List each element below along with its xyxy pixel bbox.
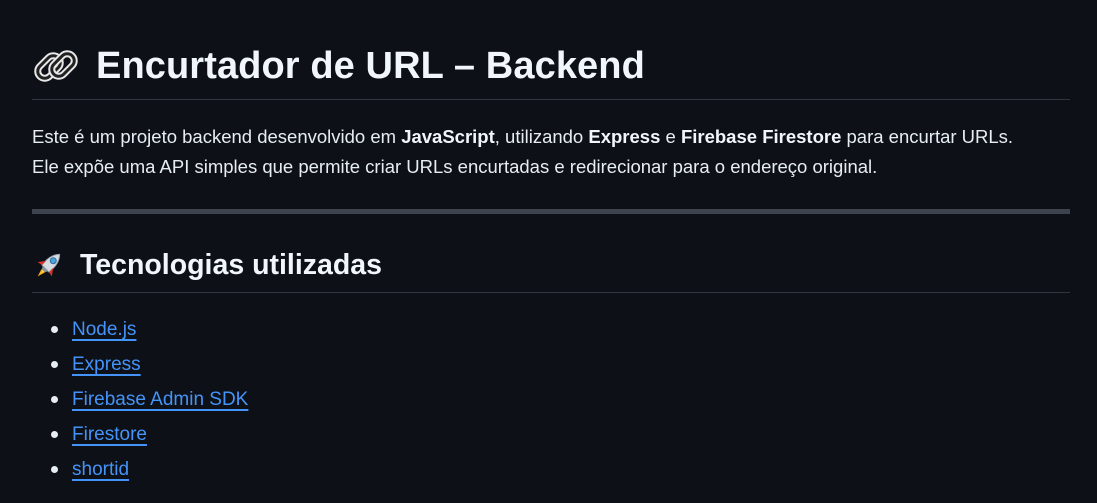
page-title: Encurtador de URL – Backend bbox=[32, 36, 645, 96]
tech-section-heading: Tecnologias utilizadas bbox=[32, 245, 382, 285]
tech-link-firebase-admin-sdk[interactable]: Firebase Admin SDK bbox=[72, 389, 248, 411]
list-item: Firebase Admin SDK bbox=[32, 382, 248, 417]
list-item: Express bbox=[32, 347, 248, 382]
intro-bold-firestore: Firebase Firestore bbox=[680, 126, 842, 147]
intro-text: e bbox=[660, 126, 681, 147]
tech-list: Node.js Express Firebase Admin SDK Fires… bbox=[32, 312, 248, 487]
list-item: shortid bbox=[32, 452, 248, 487]
bullet-icon bbox=[51, 466, 58, 473]
intro-bold-javascript: JavaScript bbox=[401, 126, 495, 147]
tech-link-express[interactable]: Express bbox=[72, 354, 141, 376]
link-icon bbox=[32, 42, 80, 90]
intro-text: , utilizando bbox=[494, 126, 589, 147]
intro-bold-express: Express bbox=[588, 126, 661, 147]
tech-link-shortid[interactable]: shortid bbox=[72, 459, 129, 481]
bullet-icon bbox=[51, 396, 58, 403]
page-title-text: Encurtador de URL – Backend bbox=[96, 44, 645, 87]
tech-link-nodejs[interactable]: Node.js bbox=[72, 319, 136, 341]
bullet-icon bbox=[51, 361, 58, 368]
bullet-icon bbox=[51, 326, 58, 333]
intro-line-1: Este é um projeto backend desenvolvido e… bbox=[32, 122, 1070, 152]
intro-text: Este é um projeto backend desenvolvido e… bbox=[32, 126, 402, 147]
intro-text: para encurtar URLs. bbox=[841, 126, 1014, 147]
tech-section-title: Tecnologias utilizadas bbox=[80, 248, 382, 281]
list-item: Firestore bbox=[32, 417, 248, 452]
rocket-icon bbox=[32, 248, 66, 282]
title-divider bbox=[32, 99, 1070, 100]
section-divider bbox=[32, 209, 1070, 214]
intro-paragraph: Este é um projeto backend desenvolvido e… bbox=[32, 122, 1070, 182]
tech-divider bbox=[32, 292, 1070, 293]
bullet-icon bbox=[51, 431, 58, 438]
intro-line-2: Ele expõe uma API simples que permite cr… bbox=[32, 156, 878, 177]
tech-link-firestore[interactable]: Firestore bbox=[72, 424, 147, 446]
list-item: Node.js bbox=[32, 312, 248, 347]
